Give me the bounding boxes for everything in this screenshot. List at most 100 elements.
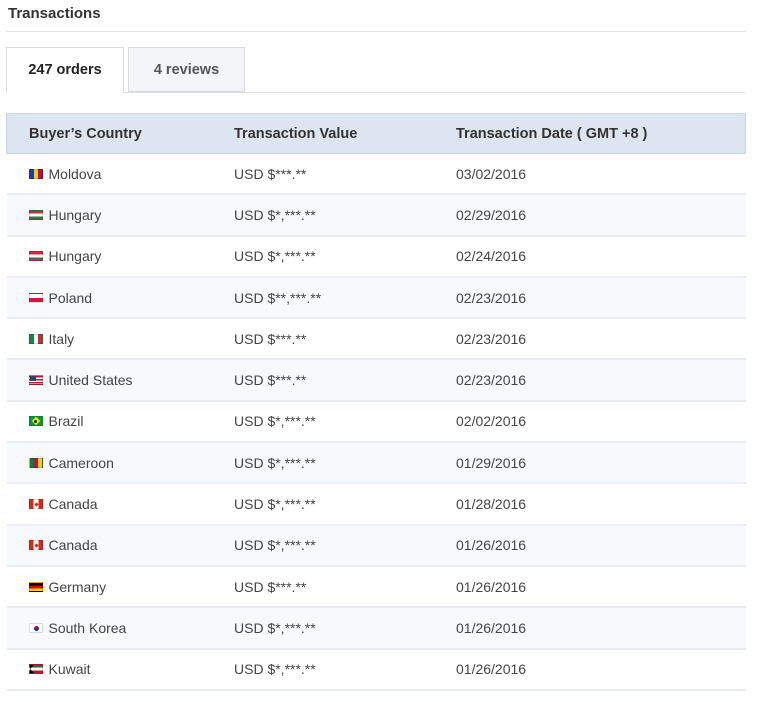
cell-transaction-value: USD $**,***.** <box>234 276 456 320</box>
table-row: United States USD $***.** 02/23/2016 <box>6 359 746 402</box>
cell-transaction-date: 01/29/2016 <box>456 442 746 485</box>
flag-icon <box>28 251 43 262</box>
country-name: Brazil <box>48 413 84 430</box>
flag-icon <box>28 540 43 551</box>
cell-transaction-date: 02/23/2016 <box>456 359 746 402</box>
table-header-row: Buyer’s Country Transaction Value Transa… <box>6 113 746 154</box>
flag-icon <box>28 168 43 179</box>
cell-transaction-date: 02/02/2016 <box>456 400 746 444</box>
cell-transaction-value: USD $***.** <box>234 318 456 361</box>
header-transaction-date: Transaction Date ( GMT +8 ) <box>456 113 746 154</box>
cell-transaction-value: USD $*,***.** <box>234 442 456 485</box>
cell-transaction-date: 02/29/2016 <box>456 194 746 237</box>
country-name: Hungary <box>48 206 102 223</box>
country-name: Hungary <box>48 248 102 265</box>
table-row: Brazil USD $*,***.** 02/02/2016 <box>6 400 746 444</box>
flag-icon <box>28 333 43 344</box>
country-label: Hungary <box>28 206 235 223</box>
header-buyer-country: Buyer’s Country <box>6 113 234 154</box>
table-row: Canada USD $*,***.** 01/26/2016 <box>6 524 746 567</box>
cell-transaction-date: 03/02/2016 <box>456 153 746 196</box>
cell-transaction-value: USD $***.** <box>234 565 456 609</box>
country-name: Italy <box>48 330 75 347</box>
cell-transaction-date: 01/26/2016 <box>456 607 746 650</box>
cell-transaction-value: USD $*,***.** <box>234 400 456 444</box>
flag-icon <box>28 457 43 468</box>
tab-orders[interactable]: 247 orders <box>6 47 124 93</box>
cell-transaction-date: 02/23/2016 <box>456 276 746 320</box>
country-name: South Korea <box>48 619 127 636</box>
cell-country: Poland <box>6 276 235 320</box>
cell-country: Moldova <box>6 153 235 196</box>
country-label: United States <box>28 372 235 389</box>
tab-reviews[interactable]: 4 reviews <box>128 47 245 92</box>
table-row: Hungary USD $*,***.** 02/29/2016 <box>6 194 746 237</box>
flag-icon <box>28 416 43 427</box>
flag-icon <box>28 292 43 303</box>
flag-icon <box>28 581 43 592</box>
cell-country: Canada <box>6 524 235 567</box>
table-row: South Korea USD $*,***.** 01/26/2016 <box>6 607 746 650</box>
country-name: United States <box>48 372 133 389</box>
country-label: South Korea <box>28 619 235 636</box>
table-row: Cameroon USD $*,***.** 01/29/2016 <box>6 442 746 485</box>
cell-country: Hungary <box>6 194 235 237</box>
country-label: Brazil <box>28 413 235 430</box>
country-label: Moldova <box>28 165 235 182</box>
country-name: Moldova <box>48 165 102 182</box>
cell-transaction-value: USD $***.** <box>234 359 456 402</box>
transactions-table: Buyer’s Country Transaction Value Transa… <box>6 113 746 691</box>
country-label: Kuwait <box>28 661 235 678</box>
flag-icon <box>28 499 43 510</box>
table-row: Kuwait USD $*,***.** 01/26/2016 <box>6 648 746 691</box>
cell-transaction-value: USD $*,***.** <box>234 194 456 237</box>
table-row: Moldova USD $***.** 03/02/2016 <box>6 153 746 196</box>
cell-transaction-date: 01/26/2016 <box>456 648 746 691</box>
cell-country: Kuwait <box>6 648 235 691</box>
table-body: Moldova USD $***.** 03/02/2016 Hungary USD $… <box>6 153 746 691</box>
country-label: Canada <box>28 537 235 554</box>
section-title: Transactions <box>8 5 101 22</box>
cell-country: Italy <box>6 318 235 361</box>
flag-icon <box>28 209 43 220</box>
cell-country: Hungary <box>6 235 235 278</box>
flag-icon <box>28 375 43 386</box>
country-label: Hungary <box>28 248 235 265</box>
country-name: Canada <box>48 537 98 554</box>
table-row: Italy USD $***.** 02/23/2016 <box>6 318 746 361</box>
cell-country: Cameroon <box>6 442 235 485</box>
cell-transaction-value: USD $***.** <box>234 153 456 196</box>
title-divider <box>6 31 746 32</box>
cell-country: United States <box>6 359 235 402</box>
cell-country: Brazil <box>6 400 235 444</box>
cell-transaction-date: 01/26/2016 <box>456 524 746 567</box>
cell-transaction-date: 02/23/2016 <box>456 318 746 361</box>
cell-transaction-value: USD $*,***.** <box>234 524 456 567</box>
cell-transaction-date: 01/28/2016 <box>456 483 746 526</box>
country-label: Germany <box>28 578 235 595</box>
tab-bar: 247 orders 4 reviews <box>6 47 746 93</box>
header-transaction-value: Transaction Value <box>234 113 456 154</box>
cell-transaction-value: USD $*,***.** <box>234 235 456 278</box>
cell-country: Canada <box>6 483 235 526</box>
country-name: Canada <box>48 496 98 513</box>
country-label: Poland <box>28 290 235 306</box>
cell-transaction-date: 02/24/2016 <box>456 235 746 278</box>
table-row: Germany USD $***.** 01/26/2016 <box>6 565 746 609</box>
cell-transaction-value: USD $*,***.** <box>234 648 456 691</box>
table-row: Poland USD $**,***.** 02/23/2016 <box>6 276 746 320</box>
table-row: Hungary USD $*,***.** 02/24/2016 <box>6 235 746 278</box>
flag-icon <box>28 622 43 633</box>
table-row: Canada USD $*,***.** 01/28/2016 <box>6 483 746 526</box>
country-name: Kuwait <box>48 661 91 678</box>
country-name: Germany <box>48 578 107 595</box>
flag-icon <box>28 664 43 675</box>
country-name: Cameroon <box>48 454 114 471</box>
country-label: Cameroon <box>28 454 235 471</box>
cell-country: Germany <box>6 565 235 609</box>
country-label: Italy <box>28 330 235 347</box>
cell-country: South Korea <box>6 607 235 650</box>
cell-transaction-value: USD $*,***.** <box>234 483 456 526</box>
cell-transaction-value: USD $*,***.** <box>234 607 456 650</box>
country-label: Canada <box>28 496 235 513</box>
